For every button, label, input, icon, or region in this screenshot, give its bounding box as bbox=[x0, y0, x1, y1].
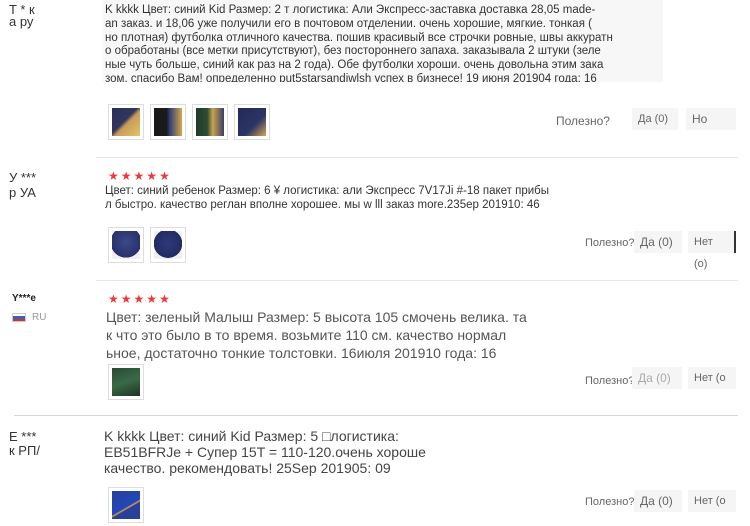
vote-yes-button[interactable]: Да (0) bbox=[634, 490, 682, 512]
vote-no-button[interactable]: Но bbox=[686, 108, 736, 130]
review-photo[interactable] bbox=[150, 227, 186, 263]
star-icon: ★ bbox=[146, 292, 158, 306]
star-icon: ★ bbox=[133, 292, 145, 306]
helpful-label: Полезно? bbox=[585, 375, 635, 387]
star-icon: ★ bbox=[120, 292, 132, 306]
star-icon: ★ bbox=[159, 292, 170, 306]
review-divider bbox=[96, 157, 738, 158]
review-photo[interactable] bbox=[108, 227, 144, 263]
review-divider bbox=[96, 280, 738, 281]
reviewer-name: У *** р УА bbox=[9, 170, 37, 200]
review-photo[interactable] bbox=[108, 104, 144, 140]
vote-yes-button[interactable]: Да (0) bbox=[632, 367, 682, 389]
star-icon: ★ bbox=[133, 169, 145, 183]
review-text: K kkkk Цвет: синий Kid Размер: 2 т логис… bbox=[103, 0, 663, 82]
star-icon: ★ bbox=[159, 169, 170, 183]
review-photo[interactable] bbox=[150, 104, 186, 140]
review-photo[interactable] bbox=[108, 487, 144, 523]
rating-stars: ★ ★ ★ ★ ★ bbox=[108, 170, 170, 182]
star-icon: ★ bbox=[120, 169, 132, 183]
russia-flag-icon bbox=[12, 313, 26, 322]
review-photo[interactable] bbox=[108, 364, 144, 400]
reviewer-name: T * к а ру bbox=[9, 2, 35, 29]
review-text: K kkkk Цвет: синий Kid Размер: 5 □логист… bbox=[104, 428, 426, 476]
star-icon: ★ bbox=[108, 169, 119, 183]
review-text: Цвет: синий ребенок Размер: 6 ¥ логистик… bbox=[105, 185, 550, 211]
star-icon: ★ bbox=[146, 169, 158, 183]
vote-no-button[interactable]: Нет (о bbox=[688, 367, 736, 389]
reviewer-name: Y***e bbox=[12, 293, 36, 304]
helpful-label: Полезно? bbox=[585, 237, 635, 249]
vote-no-button[interactable]: Нет (о) bbox=[688, 231, 736, 270]
review-photo[interactable] bbox=[192, 104, 228, 140]
rating-stars: ★ ★ ★ ★ ★ bbox=[108, 293, 170, 305]
vote-yes-button[interactable]: Да (0) bbox=[632, 108, 678, 130]
review-text: Цвет: зеленый Малыш Размер: 5 высота 105… bbox=[106, 309, 527, 361]
review-divider bbox=[14, 415, 738, 416]
helpful-label: Полезно? bbox=[585, 496, 635, 508]
review-photo[interactable] bbox=[234, 104, 270, 140]
reviewer-country: RU bbox=[32, 312, 47, 323]
vote-no-button[interactable]: Нет (о bbox=[688, 490, 736, 512]
star-icon: ★ bbox=[108, 292, 119, 306]
vote-yes-button[interactable]: Да (0) bbox=[634, 231, 682, 253]
reviewer-name: Е *** к РП/ bbox=[9, 429, 40, 458]
helpful-label: Полезно? bbox=[556, 114, 610, 128]
